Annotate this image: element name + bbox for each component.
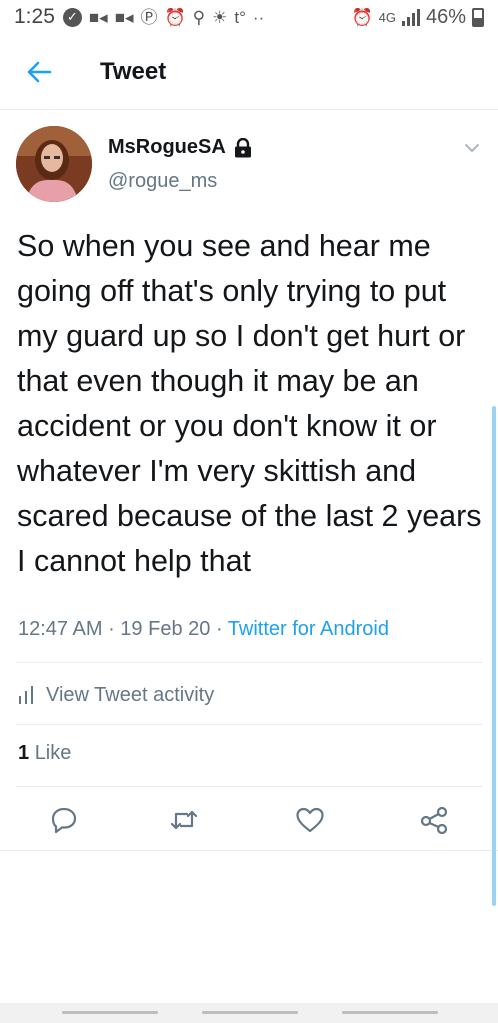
retweet-button[interactable] [168,804,200,836]
page-title: Tweet [100,57,167,85]
tweet-date: 19 Feb 20 [120,618,211,640]
t-icon: t° [234,7,246,27]
like-label: Like [34,742,72,764]
back-button[interactable] [14,47,64,97]
avatar[interactable] [16,126,92,202]
tweet-options-button[interactable] [460,136,484,160]
video-icon: ■◂ [114,7,134,27]
heart-icon [296,807,324,833]
avatar-image [16,126,92,202]
search-icon: ⚲ [192,7,206,27]
navigation-bar [0,1003,498,1023]
nav-hint-center[interactable] [202,1011,298,1014]
activity-label: View Tweet activity [46,683,215,706]
reply-button[interactable] [48,804,80,836]
network-type: 4G [378,9,396,25]
battery-icon [472,7,484,27]
nav-hint-right[interactable] [342,1011,438,1014]
lock-icon [234,137,251,157]
like-count-row[interactable]: 1 Like [18,742,71,765]
alarm-icon: ⏰ [164,7,186,27]
clock-icon: Ⓟ [140,7,158,27]
alarm-icon: ⏰ [351,7,373,27]
divider [0,850,498,851]
handle[interactable]: @rogue_ms [108,170,217,193]
video-icon: ■◂ [88,7,108,27]
retweet-icon [170,810,198,830]
battery-percent: 46% [425,5,466,28]
divider [16,724,482,725]
reply-icon [51,807,77,834]
view-tweet-activity[interactable]: View Tweet activity [18,680,214,710]
bar-chart-icon [19,686,33,704]
like-button[interactable] [294,804,326,836]
status-time: 1:25 [14,5,55,28]
tweet-actions [0,800,498,840]
tweet-time: 12:47 AM [18,618,103,640]
more-icon: ·· [252,7,265,27]
display-name-row[interactable]: MsRogueSA [108,136,252,159]
meta-separator: · [108,618,121,640]
back-arrow-icon [27,61,52,82]
tweet-text: So when you see and hear me going off th… [17,229,482,578]
nav-hint-left[interactable] [62,1011,158,1014]
display-name: MsRogueSA [108,136,226,158]
divider [16,786,482,787]
check-circle-icon: ✓ [62,7,82,27]
signal-icon [401,8,420,26]
share-icon [420,806,448,834]
notification-icons: ✓ ■◂ ■◂ Ⓟ ⏰ ⚲ ☀ t° ·· [62,7,265,27]
app-header: Tweet [0,34,498,110]
share-button[interactable] [418,804,450,836]
meta-separator: · [215,618,228,640]
divider [16,662,482,663]
status-bar: 1:25 ✓ ■◂ ■◂ Ⓟ ⏰ ⚲ ☀ t° ·· ⏰ 4G 46% [0,0,498,34]
sun-icon: ☀ [212,7,228,27]
like-count: 1 [18,742,30,764]
tweet-author: MsRogueSA @rogue_ms [16,126,484,206]
tweet-meta: 12:47 AM · 19 Feb 20 · Twitter for Andro… [18,618,389,641]
chevron-down-icon [465,144,479,152]
scrollbar[interactable] [492,406,496,906]
tweet-source-link[interactable]: Twitter for Android [228,618,389,640]
